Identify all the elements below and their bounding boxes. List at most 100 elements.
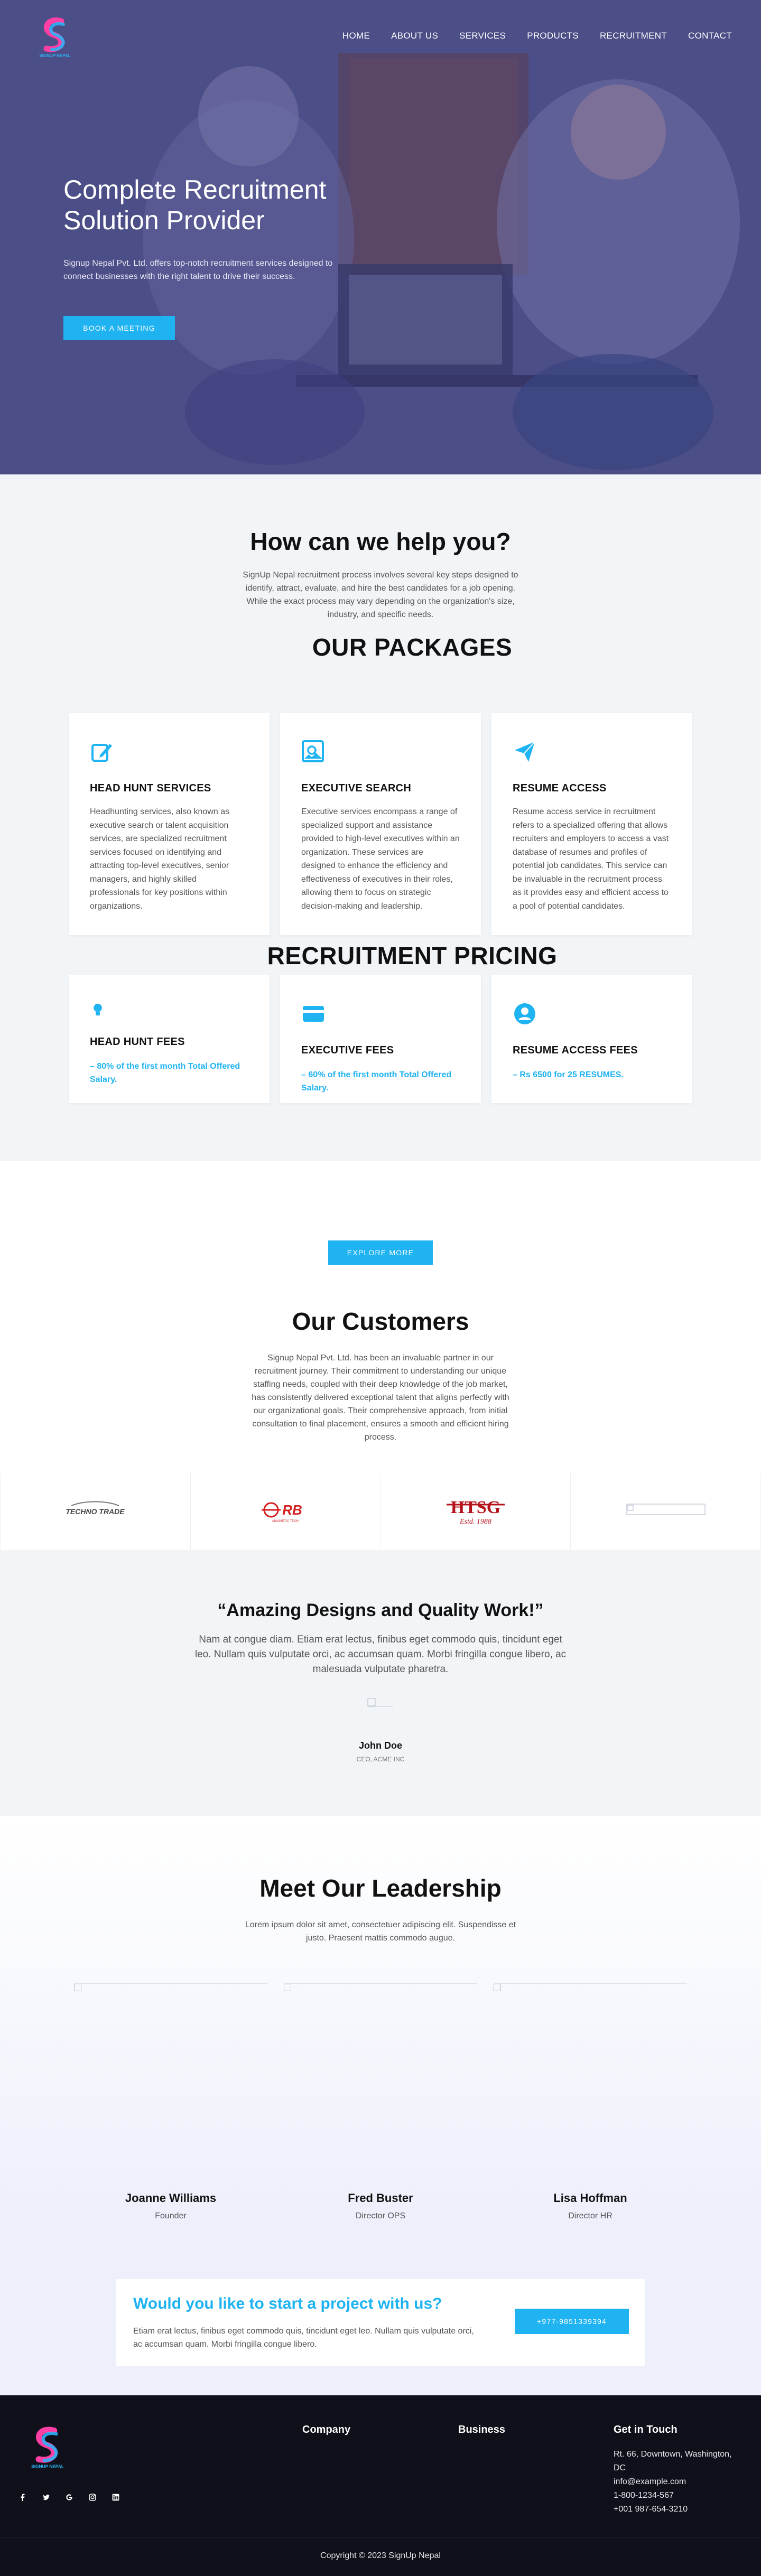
site-logo[interactable]: SIGNUP NEPAL <box>31 12 79 60</box>
footer-business-heading: Business <box>458 2424 505 2435</box>
packages-list: HEAD HUNT SERVICES Headhunting services,… <box>69 713 761 935</box>
nav-recruitment[interactable]: RECRUITMENT <box>600 31 667 41</box>
htsg-logo: HTSG Estd. 1988 <box>446 1498 505 1526</box>
nav-about-us[interactable]: ABOUT US <box>391 31 438 41</box>
member-photo <box>74 1983 267 2141</box>
packages-title: OUR PACKAGES <box>312 633 513 661</box>
testimonial-author: John Doe <box>358 1740 402 1751</box>
book-meeting-button[interactable]: BOOK A MEETING <box>63 316 175 340</box>
testimonial-role: CEO, ACME INC <box>356 1756 405 1763</box>
footer-phone-1[interactable]: 1-800-1234-567 <box>614 2489 732 2503</box>
nav-home[interactable]: HOME <box>342 31 370 41</box>
main-menu: HOME ABOUT US SERVICES PRODUCTS RECRUITM… <box>342 31 732 41</box>
customer-logo-rb[interactable]: RB MAGNETIC TECH <box>191 1473 381 1550</box>
member-name: Fred Buster <box>348 2191 413 2205</box>
help-section: How can we help you? SignUp Nepal recrui… <box>0 474 761 1161</box>
explore-more-button[interactable]: EXPLORE MORE <box>328 1240 433 1265</box>
pricing-fee: – 80% of the first month Total Offered S… <box>90 1062 240 1084</box>
footer-company-heading: Company <box>302 2424 351 2435</box>
footer-business-column: Business <box>458 2424 505 2436</box>
rb-wordmark: RB <box>282 1502 302 1518</box>
footer-company-column: Company <box>302 2424 350 2436</box>
package-text: Headhunting services, also known as exec… <box>90 807 230 911</box>
htsg-established: Estd. 1988 <box>459 1518 491 1526</box>
customers-text: Signup Nepal Pvt. Ltd. has been an inval… <box>252 1354 509 1442</box>
member-name: Joanne Williams <box>125 2191 217 2205</box>
footer-logo-wordmark: SIGNUP NEPAL <box>31 2464 64 2469</box>
footer-contact-column: Get in Touch Rt. 66, Downtown, Washingto… <box>614 2424 732 2516</box>
testimonial-quote: Nam at congue diam. Etiam erat lectus, f… <box>194 1634 567 1675</box>
leadership-text: Lorem ipsum dolor sit amet, consectetuer… <box>245 1920 516 1943</box>
lightbulb-icon <box>94 1003 102 1016</box>
pricing-title: RECRUITMENT PRICING <box>267 942 558 969</box>
help-text: SignUp Nepal recruitment process involve… <box>243 571 518 619</box>
facebook-icon[interactable] <box>18 2493 27 2502</box>
customer-logos: TECHNO TRADE RB MAGNETIC TECH HTSG Estd.… <box>0 1473 761 1550</box>
package-title: HEAD HUNT SERVICES <box>90 782 211 794</box>
cta-text: Etiam erat lectus, finibus eget commodo … <box>133 2327 474 2349</box>
member-photo <box>284 1983 477 2141</box>
package-text: Resume access service in recruitment ref… <box>513 807 669 911</box>
package-card: HEAD HUNT SERVICES Headhunting services,… <box>69 713 270 935</box>
footer-contact-heading: Get in Touch <box>614 2424 678 2435</box>
paper-plane-icon <box>515 741 535 762</box>
customer-logo-techno-trade[interactable]: TECHNO TRADE <box>0 1473 191 1550</box>
member-role: Director HR <box>568 2211 612 2220</box>
team-list: Joanne Williams Founder Fred Buster Dire… <box>74 1983 687 2221</box>
nav-contact[interactable]: CONTACT <box>688 31 732 41</box>
techno-trade-logo: TECHNO TRADE <box>66 1501 125 1516</box>
hero-section: SIGNUP NEPAL HOME ABOUT US SERVICES PROD… <box>0 0 761 474</box>
team-member: Fred Buster Director OPS <box>284 1983 477 2221</box>
package-card: RESUME ACCESS Resume access service in r… <box>491 713 692 935</box>
footer-address-line-1: Rt. 66, Downtown, Washington, <box>614 2450 732 2459</box>
pricing-fee: – 60% of the first month Total Offered S… <box>301 1070 452 1093</box>
social-links <box>18 2493 120 2502</box>
package-text: Executive services encompass a range of … <box>301 807 460 911</box>
footer-logo[interactable]: SIGNUP NEPAL <box>22 2421 73 2471</box>
linkedin-icon[interactable] <box>112 2493 120 2502</box>
team-member: Joanne Williams Founder <box>74 1983 267 2221</box>
twitter-icon[interactable] <box>42 2493 50 2502</box>
cta-section: Would you like to start a project with u… <box>0 2221 761 2395</box>
rb-tagline: MAGNETIC TECH <box>272 1520 299 1523</box>
member-photo <box>494 1983 687 2141</box>
customers-title: Our Customers <box>292 1308 469 1335</box>
leadership-title: Meet Our Leadership <box>259 1874 502 1902</box>
pricing-card: RESUME ACCESS FEES – Rs 6500 for 25 RESU… <box>491 975 692 1103</box>
leadership-section: Meet Our Leadership Lorem ipsum dolor si… <box>0 1816 761 2221</box>
rb-logo: RB MAGNETIC TECH <box>262 1502 302 1523</box>
member-name: Lisa Hoffman <box>553 2191 627 2205</box>
google-icon[interactable] <box>65 2493 73 2502</box>
footer-email[interactable]: info@example.com <box>614 2475 732 2489</box>
nav-services[interactable]: SERVICES <box>459 31 506 41</box>
member-role: Founder <box>155 2211 187 2220</box>
phone-cta-button[interactable]: +977-9851339394 <box>515 2309 629 2334</box>
broken-image-icon <box>626 1504 706 1515</box>
cta-box: Would you like to start a project with u… <box>116 2279 645 2366</box>
pricing-title-item: HEAD HUNT FEES <box>90 1036 185 1048</box>
site-footer: SIGNUP NEPAL Company Business Get in Tou… <box>0 2395 761 2576</box>
instagram-icon[interactable] <box>88 2493 97 2502</box>
logo-wordmark: SIGNUP NEPAL <box>39 53 70 58</box>
testimonial-avatar <box>367 1698 393 1707</box>
broken-image-icon <box>284 1984 291 1991</box>
footer-address-line-2: DC <box>614 2463 626 2472</box>
user-circle-icon <box>514 1003 535 1024</box>
customer-logo-htsg[interactable]: HTSG Estd. 1988 <box>381 1473 571 1550</box>
nav-products[interactable]: PRODUCTS <box>527 31 579 41</box>
pricing-title-item: EXECUTIVE FEES <box>301 1044 394 1056</box>
htsg-wordmark: HTSG <box>451 1498 500 1517</box>
member-role: Director OPS <box>355 2211 406 2220</box>
package-title: EXECUTIVE SEARCH <box>301 782 412 794</box>
pricing-card: HEAD HUNT FEES – 80% of the first month … <box>69 975 270 1103</box>
help-title: How can we help you? <box>250 528 511 555</box>
testimonial-section: “Amazing Designs and Quality Work!” Nam … <box>0 1550 761 1816</box>
pricing-title-item: RESUME ACCESS FEES <box>513 1044 638 1056</box>
hero-subtitle: Signup Nepal Pvt. Ltd. offers top-notch … <box>63 259 333 281</box>
footer-phone-2[interactable]: +001 987-654-3210 <box>614 2503 732 2516</box>
explore-section: EXPLORE MORE <box>0 1161 761 1265</box>
customer-logo-broken[interactable] <box>571 1473 761 1550</box>
copyright-text: Copyright © 2023 SignUp Nepal <box>320 2551 441 2560</box>
credit-card-icon <box>303 1006 324 1022</box>
customers-section: Our Customers Signup Nepal Pvt. Ltd. has… <box>0 1265 761 1550</box>
